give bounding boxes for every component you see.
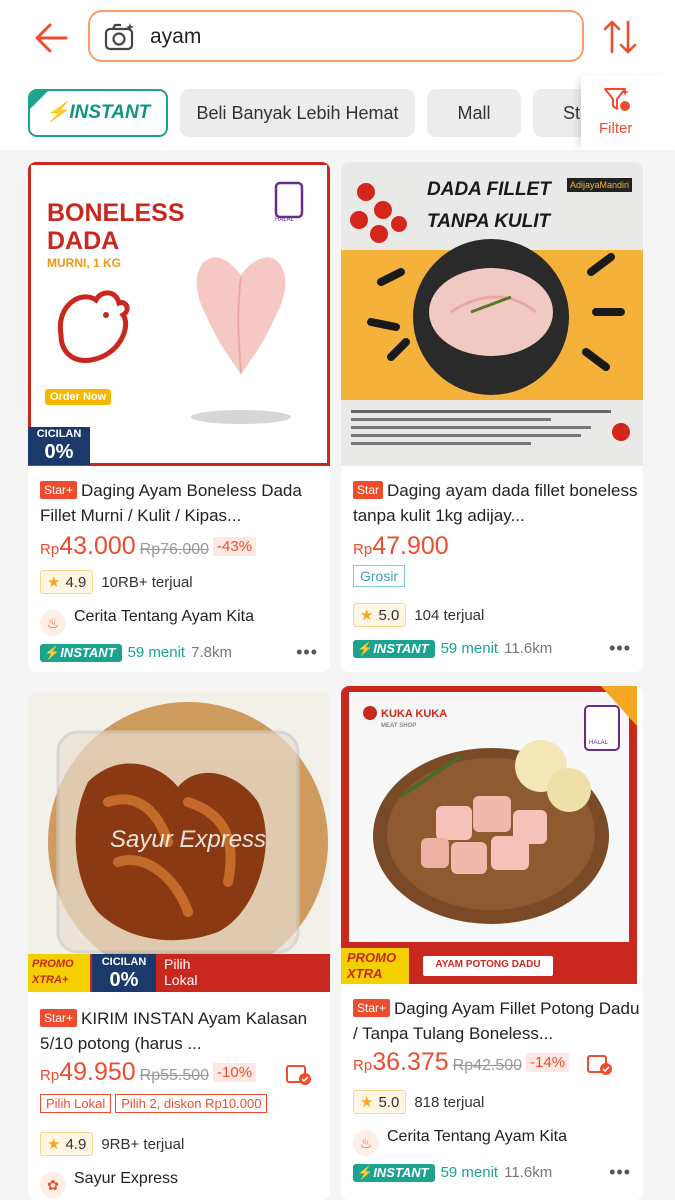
promo-headline: DADA FILLET TANPA KULIT — [427, 179, 551, 232]
delivery-info: ⚡INSTANT 59 menit 7.8km — [40, 644, 330, 662]
brand-label: AdijayaMandiri — [567, 178, 633, 192]
grosir-tag: Grosir — [353, 565, 406, 587]
bolt-icon: ⚡ — [45, 102, 70, 123]
discount-badge: -14% — [526, 1053, 570, 1072]
star-plus-badge: Star+ — [40, 1009, 78, 1027]
filter-chip-bar: ⚡INSTANT Beli Banyak Lebih Hemat Mall St… — [0, 76, 675, 150]
star-plus-badge: Star+ — [40, 481, 78, 499]
search-query[interactable]: ayam — [150, 25, 201, 49]
cod-icon — [286, 1064, 312, 1086]
product-title: Star+ Daging Ayam Boneless Dada Fillet Mu… — [40, 481, 302, 525]
shop-name[interactable]: ✿ Sayur Express — [40, 1170, 178, 1198]
discount-badge: -43% — [213, 537, 257, 556]
rating-row: ★ 4.9 9RB+ terjual — [40, 1132, 184, 1156]
more-options-icon[interactable]: ••• — [609, 638, 631, 659]
cod-icon — [587, 1054, 613, 1076]
shop-name[interactable]: ♨ Cerita Tentang Ayam Kita — [40, 608, 254, 636]
chip-bulk-deal[interactable]: Beli Banyak Lebih Hemat — [180, 89, 415, 137]
order-now-label: Order Now — [45, 389, 112, 405]
shop-logo-icon: ♨ — [40, 610, 66, 636]
shop-name[interactable]: ♨ Cerita Tentang Ayam Kita — [353, 1128, 567, 1156]
sold-count: 10RB+ terjual — [101, 574, 193, 591]
sold-count: 104 terjual — [414, 607, 485, 624]
rating-row: ★ 5.0 818 terjual — [353, 1090, 484, 1114]
product-price: Rp49.950 Rp55.500 -10% — [40, 1058, 257, 1087]
halal-label: HALAL — [589, 740, 609, 746]
instant-badge: ⚡INSTANT — [353, 640, 435, 658]
filter-button[interactable]: Filter — [581, 76, 675, 150]
brand-logo-icon — [363, 706, 377, 720]
rating-row: ★ 4.9 10RB+ terjual — [40, 570, 193, 594]
image-caption: AYAM POTONG DADU — [435, 959, 541, 970]
instant-badge: ⚡INSTANT — [40, 644, 122, 662]
product-card[interactable]: KUKA KUKA MEAT SHOP HALAL PROMO XTRA AYAM… — [341, 686, 643, 1200]
more-options-icon[interactable]: ••• — [609, 1162, 631, 1183]
chip-label: INSTANT — [69, 102, 151, 123]
product-price: Rp47.900 — [353, 532, 449, 560]
chip-mall[interactable]: Mall — [427, 89, 521, 137]
cicilan-badge: CICILAN 0% — [101, 956, 147, 991]
chip-instant[interactable]: ⚡INSTANT — [28, 89, 168, 137]
search-bar[interactable]: ayam — [88, 10, 584, 62]
product-title: Star+ Daging Ayam Fillet Potong Dadu / Ta… — [353, 999, 640, 1043]
camera-icon[interactable] — [104, 22, 136, 52]
promo-tags: Pilih Lokal Pilih 2, diskon Rp10.000 — [40, 1094, 271, 1113]
sold-count: 9RB+ terjual — [101, 1136, 185, 1153]
product-price: Rp43.000 Rp76.000 -43% — [40, 532, 257, 561]
product-image: KUKA KUKA MEAT SHOP HALAL PROMO XTRA AYAM… — [341, 686, 637, 984]
promo-xtra-badge: PROMO XTRA — [347, 950, 397, 981]
promo-xtra-badge: PROMO XTRA+ — [32, 958, 74, 986]
halal-label: HALAL — [275, 217, 295, 223]
product-card[interactable]: DADA FILLET TANPA KULIT AdijayaMandiri S… — [341, 162, 643, 672]
top-bar: ayam — [0, 0, 675, 76]
old-price: Rp76.000 — [139, 541, 210, 558]
watermark: Sayur Express — [110, 826, 267, 853]
star-icon: ★ — [47, 1136, 61, 1153]
brand-logo: KUKA KUKA MEAT SHOP — [363, 706, 447, 732]
star-plus-badge: Star+ — [353, 999, 391, 1017]
old-price: Rp42.500 — [452, 1057, 523, 1074]
shop-logo-icon: ♨ — [353, 1130, 379, 1156]
product-title: Star+ KIRIM INSTAN Ayam Kalasan 5/10 poto… — [40, 1009, 308, 1053]
sold-count: 818 terjual — [414, 1094, 485, 1111]
filter-label: Filter — [599, 120, 633, 137]
product-card[interactable]: BONELESS DADA MURNI, 1 KG HALAL Order No… — [28, 162, 330, 672]
old-price: Rp55.500 — [139, 1067, 210, 1084]
rating-row: ★ 5.0 104 terjual — [353, 603, 484, 627]
delivery-info: ⚡INSTANT 59 menit 11.6km — [353, 640, 643, 658]
product-image: DADA FILLET TANPA KULIT AdijayaMandiri — [341, 162, 643, 466]
sort-icon[interactable] — [603, 18, 637, 56]
cicilan-badge: CICILAN 0% — [28, 427, 90, 465]
filter-icon — [603, 86, 631, 114]
promo-headline: BONELESS DADA MURNI, 1 KG — [47, 199, 185, 270]
discount-badge: -10% — [213, 1063, 257, 1082]
product-title: Star Daging ayam dada fillet boneless tan… — [353, 481, 638, 525]
star-icon: ★ — [360, 607, 374, 624]
star-icon: ★ — [47, 574, 61, 591]
star-badge: Star — [353, 481, 384, 499]
shop-logo-icon: ✿ — [40, 1172, 66, 1198]
product-image: Sayur Express PROMO XTRA+ CICILAN 0% Pili… — [28, 692, 330, 992]
product-image: BONELESS DADA MURNI, 1 KG HALAL Order No… — [28, 162, 330, 466]
more-options-icon[interactable]: ••• — [296, 642, 318, 663]
product-price: Rp36.375 Rp42.500 -14% — [353, 1048, 570, 1077]
back-arrow-icon[interactable] — [30, 16, 74, 60]
star-icon: ★ — [360, 1094, 374, 1111]
instant-badge: ⚡INSTANT — [353, 1164, 435, 1182]
pilih-lokal-badge: Pilih Lokal — [164, 956, 198, 988]
delivery-info: ⚡INSTANT 59 menit 11.6km — [353, 1164, 643, 1182]
product-card[interactable]: Sayur Express PROMO XTRA+ CICILAN 0% Pili… — [28, 692, 330, 1200]
